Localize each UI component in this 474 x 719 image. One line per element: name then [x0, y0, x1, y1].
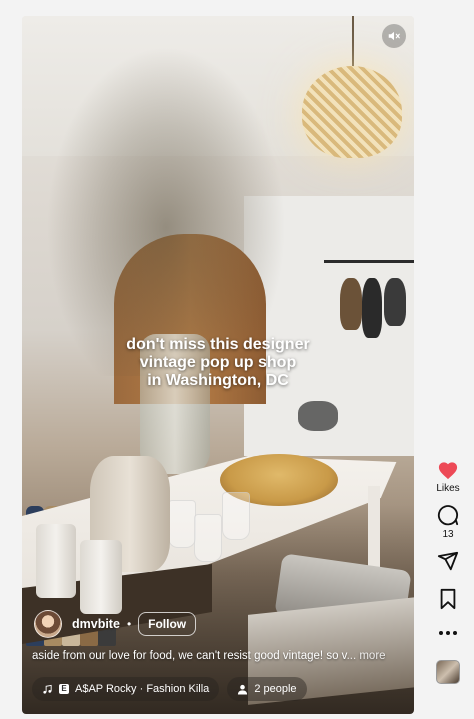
- mute-button[interactable]: [382, 24, 406, 48]
- audio-pill[interactable]: E A$AP Rocky · Fashion Killa: [32, 677, 220, 701]
- caption-text: aside from our love for food, we can't r…: [32, 650, 347, 662]
- glass: [168, 500, 196, 548]
- person-icon: [237, 684, 248, 695]
- action-bar: Likes 13: [428, 460, 468, 684]
- decor-object: [298, 401, 338, 431]
- more-action[interactable]: [438, 630, 458, 636]
- pendant-lamp: [302, 66, 402, 158]
- audio-track: A$AP Rocky · Fashion Killa: [75, 683, 210, 695]
- overlay-line: in Washington, DC: [147, 372, 289, 389]
- send-icon[interactable]: [437, 550, 459, 572]
- comments-count: 13: [442, 529, 454, 540]
- avatar[interactable]: [34, 610, 62, 638]
- reel-video[interactable]: don't miss this designer vintage pop up …: [22, 16, 414, 714]
- overlay-line: don't miss this designer: [126, 336, 310, 353]
- audio-thumbnail[interactable]: [436, 660, 460, 684]
- bag: [384, 278, 406, 326]
- clothing-rack-right: [324, 260, 414, 263]
- caption[interactable]: aside from our love for food, we can't r…: [32, 650, 412, 662]
- dried-plant: [46, 46, 286, 376]
- overlay-line: vintage pop up shop: [139, 354, 297, 371]
- heart-icon[interactable]: [437, 460, 459, 480]
- separator: •: [126, 617, 132, 631]
- speaker-muted-icon: [388, 31, 400, 41]
- save-action[interactable]: [438, 588, 458, 610]
- comment-action[interactable]: 13: [437, 504, 459, 540]
- glass: [194, 514, 222, 562]
- bag: [340, 278, 362, 330]
- more-link[interactable]: ... more: [347, 650, 386, 662]
- ceramic-cup: [36, 524, 76, 598]
- bookmark-icon[interactable]: [438, 588, 458, 610]
- like-action[interactable]: Likes: [436, 460, 460, 494]
- collab-pill[interactable]: 2 people: [227, 677, 307, 701]
- overlay-caption: don't miss this designer vintage pop up …: [22, 336, 414, 390]
- meta-row: E A$AP Rocky · Fashion Killa 2 people: [32, 677, 307, 701]
- bag: [362, 278, 382, 338]
- comment-icon[interactable]: [437, 504, 459, 526]
- author-row: dmvbite • Follow: [34, 610, 197, 638]
- share-action[interactable]: [437, 550, 459, 572]
- glass: [222, 492, 250, 540]
- lamp-cord: [352, 16, 354, 68]
- likes-label: Likes: [436, 483, 460, 494]
- collab-label: 2 people: [254, 683, 297, 695]
- follow-button[interactable]: Follow: [138, 612, 197, 636]
- ceramic-cup: [80, 540, 122, 614]
- music-note-icon: [42, 684, 53, 695]
- more-icon[interactable]: [438, 630, 458, 636]
- explicit-icon: E: [59, 684, 69, 694]
- username[interactable]: dmvbite: [72, 617, 120, 631]
